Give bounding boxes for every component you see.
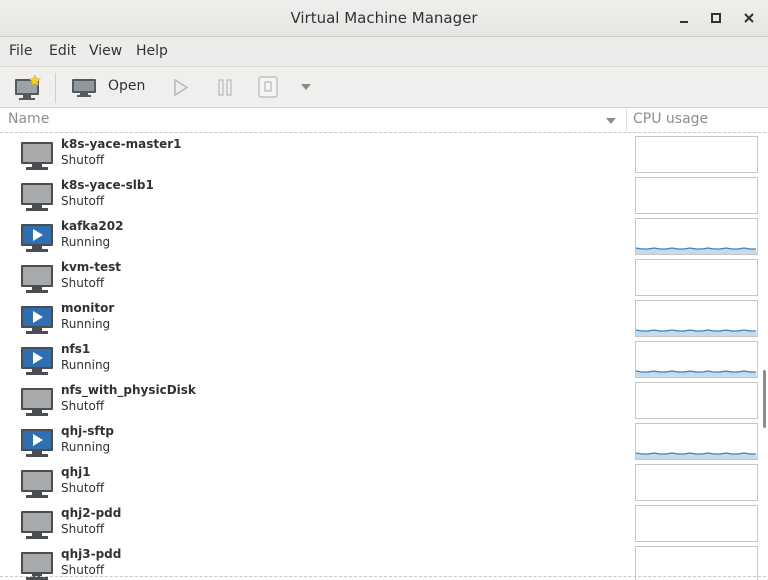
cpu-usage-graph bbox=[635, 464, 758, 501]
vm-status: Running bbox=[61, 317, 111, 331]
vm-status: Shutoff bbox=[61, 153, 105, 167]
title-bar: Virtual Machine Manager bbox=[0, 0, 768, 37]
menu-help[interactable]: Help bbox=[136, 43, 168, 59]
vm-name: nfs1 bbox=[61, 342, 91, 356]
menu-file[interactable]: File bbox=[9, 43, 32, 59]
cpu-usage-graph bbox=[635, 259, 758, 296]
menu-edit[interactable]: Edit bbox=[49, 43, 76, 59]
vm-status: Shutoff bbox=[61, 522, 105, 536]
column-separator bbox=[626, 108, 627, 133]
vm-running-icon bbox=[21, 347, 53, 375]
vm-status: Shutoff bbox=[61, 481, 105, 495]
vm-name: qhj1 bbox=[61, 465, 91, 479]
cpu-usage-line bbox=[635, 452, 757, 459]
vm-shutoff-icon bbox=[21, 511, 53, 539]
cpu-usage-graph bbox=[635, 177, 758, 214]
vm-name: qhj3-pdd bbox=[61, 547, 122, 561]
list-bottom-edge bbox=[0, 576, 766, 577]
vm-running-icon bbox=[21, 224, 53, 252]
vm-row[interactable]: k8s-yace-slb1 Shutoff bbox=[0, 175, 766, 216]
vm-name: qhj2-pdd bbox=[61, 506, 122, 520]
vm-row[interactable]: k8s-yace-master1 Shutoff bbox=[0, 134, 766, 175]
vm-name: k8s-yace-slb1 bbox=[61, 178, 154, 192]
cpu-usage-line bbox=[635, 329, 757, 336]
chevron-down-icon[interactable] bbox=[300, 83, 312, 91]
column-header: Name CPU usage bbox=[0, 108, 766, 133]
vm-row[interactable]: nfs1 Running bbox=[0, 339, 766, 380]
vm-shutoff-icon bbox=[21, 142, 53, 170]
vm-shutoff-icon bbox=[21, 470, 53, 498]
vm-row[interactable]: qhj1 Shutoff bbox=[0, 462, 766, 503]
cpu-usage-line bbox=[635, 247, 757, 254]
cpu-usage-graph bbox=[635, 218, 758, 255]
vm-shutoff-icon bbox=[21, 183, 53, 211]
menu-view[interactable]: View bbox=[89, 43, 122, 59]
vm-name: kafka202 bbox=[61, 219, 124, 233]
cpu-column-header[interactable]: CPU usage bbox=[633, 111, 708, 127]
vm-running-icon bbox=[21, 306, 53, 334]
vm-status: Shutoff bbox=[61, 276, 105, 290]
cpu-usage-graph bbox=[635, 505, 758, 542]
vm-status: Shutoff bbox=[61, 399, 105, 413]
vm-row[interactable]: monitor Running bbox=[0, 298, 766, 339]
menu-bar: File Edit View Help bbox=[0, 37, 768, 67]
cpu-usage-graph bbox=[635, 341, 758, 378]
toolbar-separator bbox=[55, 73, 56, 103]
cpu-usage-graph bbox=[635, 546, 758, 580]
vm-list: k8s-yace-master1 Shutoff k8s-yace-slb1 Shut… bbox=[0, 134, 766, 580]
maximize-icon[interactable] bbox=[707, 9, 725, 27]
vm-row[interactable]: kafka202 Running bbox=[0, 216, 766, 257]
cpu-usage-graph bbox=[635, 382, 758, 419]
new-vm-icon[interactable] bbox=[14, 75, 42, 101]
vm-row[interactable]: nfs_with_physicDisk Shutoff bbox=[0, 380, 766, 421]
window-title: Virtual Machine Manager bbox=[290, 9, 478, 27]
scrollbar[interactable] bbox=[763, 370, 766, 428]
close-icon[interactable] bbox=[740, 9, 758, 27]
vm-name: nfs_with_physicDisk bbox=[61, 383, 196, 397]
cpu-usage-graph bbox=[635, 136, 758, 173]
cpu-usage-graph bbox=[635, 300, 758, 337]
sort-arrow-icon[interactable] bbox=[605, 117, 617, 125]
pause-icon[interactable] bbox=[218, 79, 232, 96]
vm-row[interactable]: qhj2-pdd Shutoff bbox=[0, 503, 766, 544]
vm-name: qhj-sftp bbox=[61, 424, 114, 438]
vm-status: Shutoff bbox=[61, 563, 105, 577]
run-icon[interactable] bbox=[173, 79, 189, 96]
vm-shutoff-icon bbox=[21, 265, 53, 293]
vm-row[interactable]: qhj3-pdd Shutoff bbox=[0, 544, 766, 580]
shutdown-icon[interactable] bbox=[258, 76, 278, 98]
vm-name: kvm-test bbox=[61, 260, 122, 274]
vm-status: Running bbox=[61, 235, 111, 249]
vm-row[interactable]: kvm-test Shutoff bbox=[0, 257, 766, 298]
vm-row[interactable]: qhj-sftp Running bbox=[0, 421, 766, 462]
vm-running-icon bbox=[21, 429, 53, 457]
vm-status: Running bbox=[61, 440, 111, 454]
open-button[interactable]: Open bbox=[108, 78, 145, 94]
open-console-icon[interactable] bbox=[72, 78, 96, 98]
vm-status: Shutoff bbox=[61, 194, 105, 208]
name-column-header[interactable]: Name bbox=[8, 111, 49, 127]
cpu-usage-line bbox=[635, 370, 757, 377]
minimize-icon[interactable] bbox=[675, 9, 693, 27]
vm-shutoff-icon bbox=[21, 388, 53, 416]
vm-status: Running bbox=[61, 358, 111, 372]
cpu-usage-graph bbox=[635, 423, 758, 460]
vm-name: monitor bbox=[61, 301, 115, 315]
vm-name: k8s-yace-master1 bbox=[61, 137, 182, 151]
toolbar: Open bbox=[0, 67, 768, 108]
